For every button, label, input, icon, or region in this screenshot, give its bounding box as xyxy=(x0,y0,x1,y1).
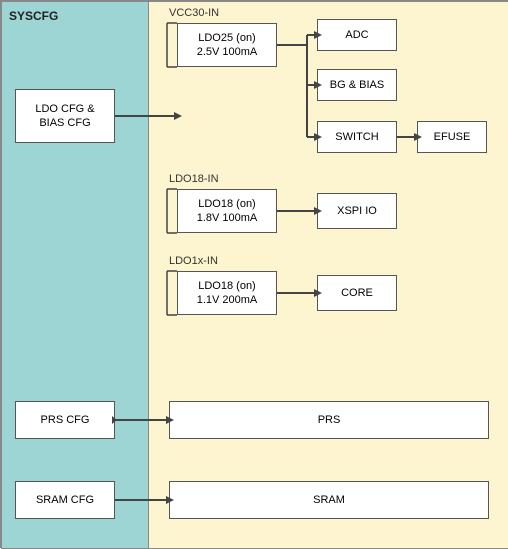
sram-cfg-box: SRAM CFG xyxy=(15,481,115,519)
syscfg-label: SYSCFG xyxy=(9,9,58,23)
sram-cfg-label: SRAM CFG xyxy=(36,493,94,507)
diagram: SYSCFG LDO CFG & BIAS CFG PRS CFG SRAM C… xyxy=(0,0,508,548)
ldo-cfg-box: LDO CFG & BIAS CFG xyxy=(15,89,115,143)
main-area: VCC30-IN LDO25 (on) 2.5V 100mA ADC BG & … xyxy=(149,1,508,549)
ldo-cfg-label: LDO CFG & BIAS CFG xyxy=(35,102,94,131)
connectors-svg xyxy=(149,1,508,549)
syscfg-panel: SYSCFG LDO CFG & BIAS CFG PRS CFG SRAM C… xyxy=(1,1,149,549)
prs-cfg-label: PRS CFG xyxy=(41,413,90,427)
prs-cfg-box: PRS CFG xyxy=(15,401,115,439)
